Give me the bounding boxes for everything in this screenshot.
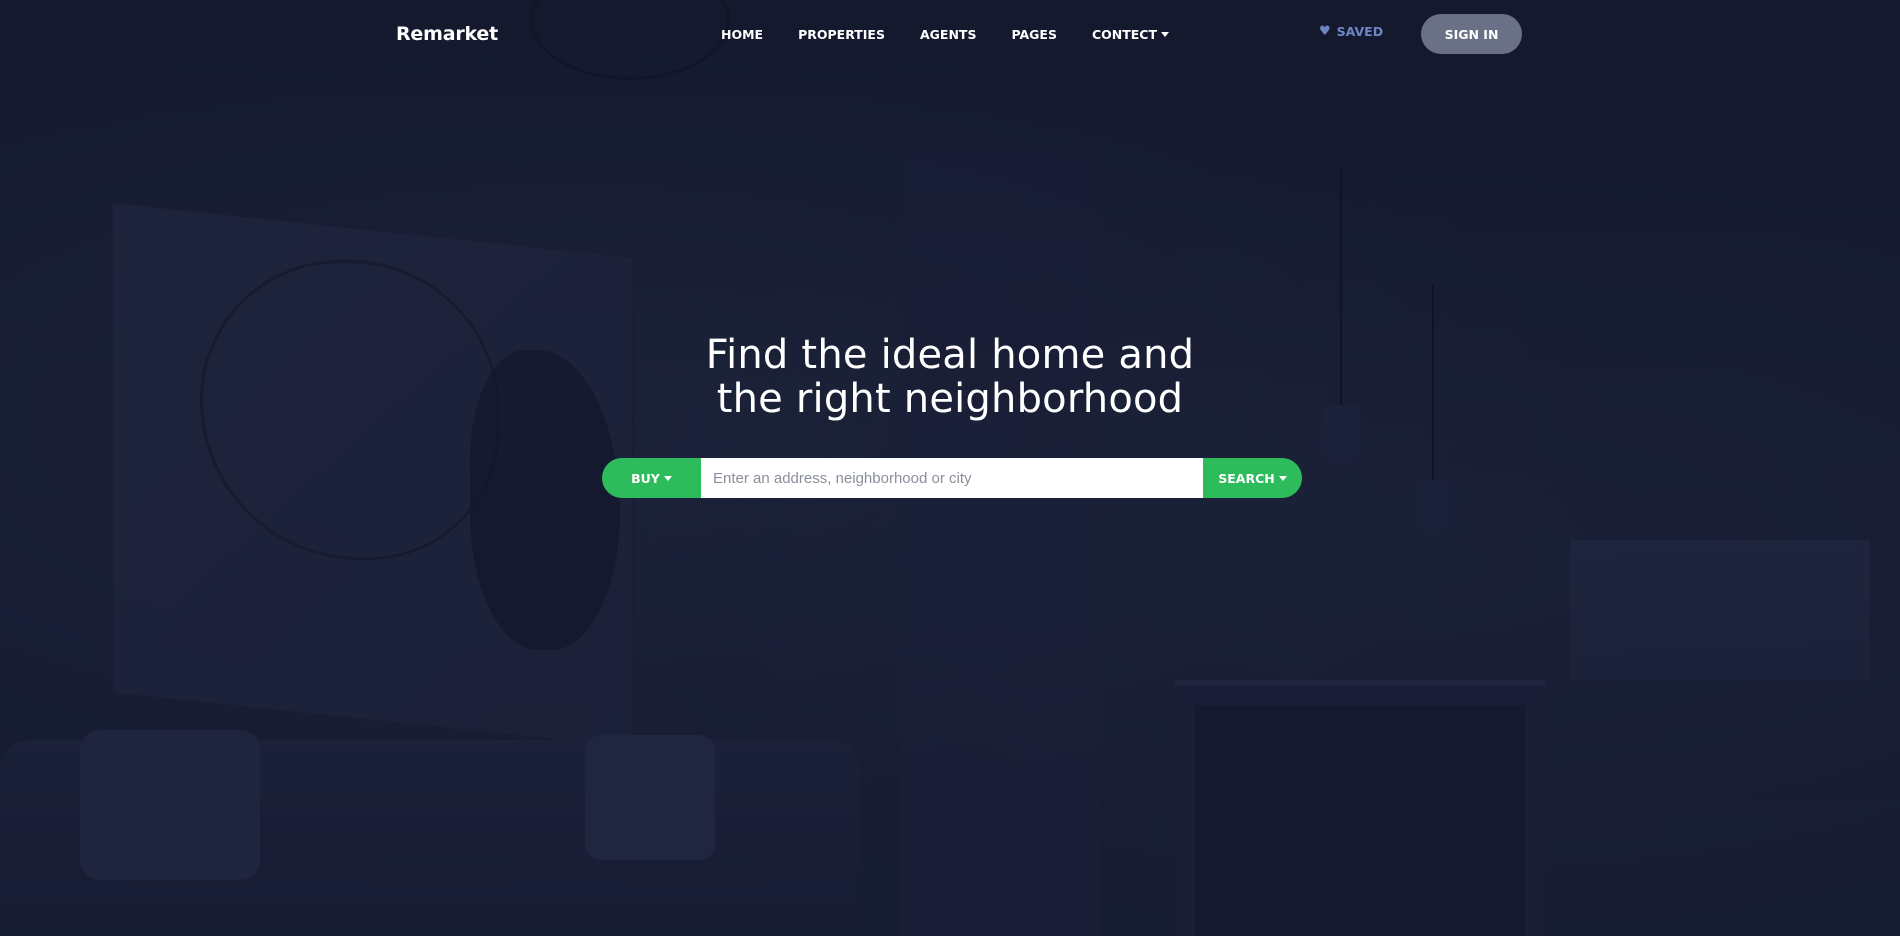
chevron-down-icon bbox=[663, 475, 672, 481]
nav-item-label: PROPERTIES bbox=[798, 27, 885, 42]
hero-section: Remarket HOME PROPERTIES AGENTS PAGES CO… bbox=[0, 0, 1900, 936]
chevron-down-icon bbox=[1160, 32, 1169, 37]
saved-link[interactable]: ♥ SAVED bbox=[1319, 24, 1383, 39]
chevron-down-icon bbox=[1278, 475, 1287, 481]
headline-line-1: Find the ideal home and bbox=[705, 332, 1195, 378]
nav-item-label: AGENTS bbox=[919, 27, 977, 42]
main-nav: HOME PROPERTIES AGENTS PAGES CONTECT bbox=[721, 27, 1169, 42]
nav-item-home[interactable]: HOME bbox=[721, 27, 763, 42]
nav-item-label: PAGES bbox=[1011, 27, 1057, 42]
hero-headline: Find the ideal home and the right neighb… bbox=[0, 333, 1900, 421]
brand-logo[interactable]: Remarket bbox=[396, 23, 498, 45]
sign-in-button[interactable]: SIGN IN bbox=[1421, 14, 1522, 54]
heart-icon: ♥ bbox=[1319, 24, 1331, 39]
buy-mode-dropdown[interactable]: BUY bbox=[602, 458, 701, 498]
headline-line-2: the right neighborhood bbox=[716, 376, 1184, 422]
nav-item-label: CONTECT bbox=[1091, 27, 1157, 42]
search-button-label: SEARCH bbox=[1218, 470, 1275, 486]
nav-item-pages[interactable]: PAGES bbox=[1011, 27, 1057, 42]
saved-label: SAVED bbox=[1336, 24, 1384, 39]
search-input[interactable] bbox=[701, 458, 1203, 498]
search-button[interactable]: SEARCH bbox=[1203, 458, 1302, 498]
nav-item-properties[interactable]: PROPERTIES bbox=[798, 27, 885, 42]
nav-item-agents[interactable]: AGENTS bbox=[920, 27, 976, 42]
property-search-bar: BUY SEARCH bbox=[602, 458, 1302, 498]
nav-item-contect[interactable]: CONTECT bbox=[1092, 27, 1169, 42]
nav-item-label: HOME bbox=[721, 27, 764, 42]
buy-mode-label: BUY bbox=[631, 470, 660, 486]
top-navbar: Remarket HOME PROPERTIES AGENTS PAGES CO… bbox=[0, 0, 1900, 68]
